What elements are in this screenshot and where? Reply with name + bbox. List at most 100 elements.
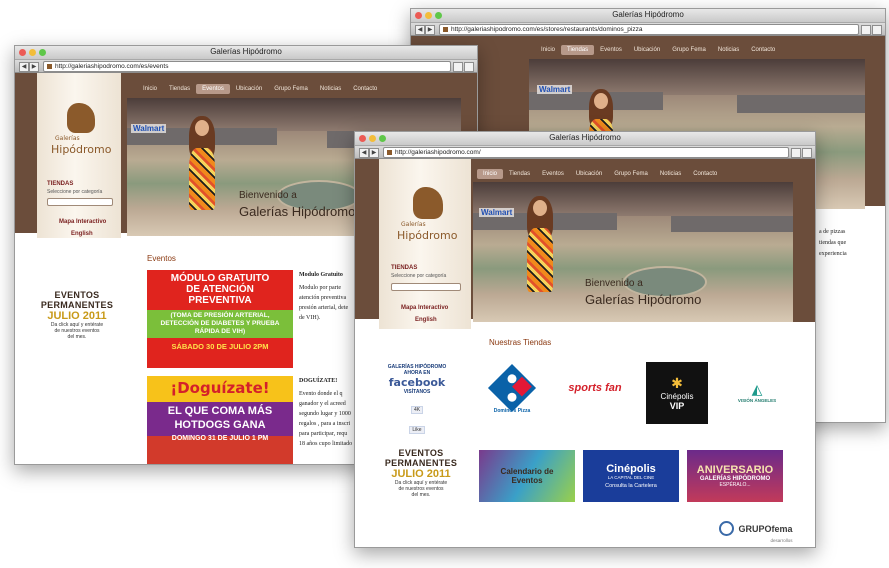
eye-logo-icon: ◭ <box>751 381 763 397</box>
reload-icon[interactable] <box>453 62 463 72</box>
text-line: para participar, requ <box>299 431 348 437</box>
back-arrow-icon[interactable]: ◀ <box>415 25 425 35</box>
forward-arrow-icon[interactable]: ▶ <box>369 148 379 158</box>
bookmark-icon[interactable] <box>802 148 812 158</box>
bookmark-icon[interactable] <box>872 25 882 35</box>
favicon-icon <box>443 27 448 32</box>
store-name: Cinépolis <box>660 392 694 401</box>
main-nav: Inicio Tiendas Eventos Ubicación Grupo F… <box>477 169 723 179</box>
store-vision-angeles[interactable]: ◭ VISIÓN ÁNGELES <box>727 372 787 412</box>
banner-line: HOTDOGS GANA <box>174 419 266 431</box>
logo-word-1: Galerías <box>55 135 80 142</box>
grupo-fema-logo[interactable]: GRUPOfema desarrollos <box>719 520 792 543</box>
store-dominos[interactable]: Domino's Pizza <box>487 360 537 416</box>
event-heading: DOGUÍZATE! <box>299 378 338 384</box>
promo-aniversario[interactable]: ANIVERSARIO GALERÍAS HIPÓDROMO ESPÉRALO.… <box>687 450 783 502</box>
store-cinepolis-vip[interactable]: ✱ Cinépolis VIP <box>646 362 708 424</box>
like-button[interactable]: Like <box>409 426 425 434</box>
eventos-line-2: PERMANENTES <box>40 300 114 310</box>
nav-contacto[interactable]: Contacto <box>687 169 723 179</box>
mapa-interactivo-link[interactable]: Mapa Interactivo <box>401 305 448 311</box>
browser-window-home: Galerías Hipódromo ◀ ▶ http://galeriashi… <box>354 131 816 548</box>
store-description: a de pizzas tiendas que experiencia <box>819 227 847 260</box>
eventos-line-3: JULIO 2011 <box>391 468 451 480</box>
nav-inicio[interactable]: Inicio <box>477 169 504 179</box>
text-line: experiencia <box>819 251 847 257</box>
nav-ubicacion[interactable]: Ubicación <box>230 84 268 94</box>
reload-icon[interactable] <box>861 25 871 35</box>
back-arrow-icon[interactable]: ◀ <box>359 148 369 158</box>
nav-noticias[interactable]: Noticias <box>314 84 347 94</box>
forward-arrow-icon[interactable]: ▶ <box>29 62 39 72</box>
eventos-line-3: JULIO 2011 <box>47 310 107 322</box>
english-link[interactable]: English <box>71 231 93 237</box>
text-line: 18 años cupo limitado <box>299 441 353 447</box>
bookmark-icon[interactable] <box>464 62 474 72</box>
mapa-interactivo-link[interactable]: Mapa Interactivo <box>59 219 106 225</box>
eventos-permanentes-banner[interactable]: EVENTOS PERMANENTES JULIO 2011 Da click … <box>383 448 459 498</box>
nav-tiendas[interactable]: Tiendas <box>163 84 196 94</box>
category-select[interactable] <box>47 198 113 206</box>
address-bar[interactable]: http://galeriashipodromo.com/ <box>383 147 789 158</box>
text-line: presión arterial, dete <box>299 305 349 311</box>
nav-tiendas[interactable]: Tiendas <box>503 169 536 179</box>
tiendas-label: TIENDAS <box>47 181 74 187</box>
nav-eventos[interactable]: Eventos <box>196 84 230 94</box>
nav-ubicacion[interactable]: Ubicación <box>628 45 666 55</box>
text-line: segundo lugar y 1000 <box>299 411 351 417</box>
fema-logo-text: GRUPOfema <box>738 523 793 534</box>
forward-arrow-icon[interactable]: ▶ <box>425 25 435 35</box>
nav-inicio[interactable]: Inicio <box>137 84 163 94</box>
nav-eventos[interactable]: Eventos <box>594 45 628 55</box>
logo-word-2: Hipódromo <box>397 229 458 242</box>
eventos-line-2: PERMANENTES <box>384 458 458 468</box>
store-name: sports fan <box>568 382 622 394</box>
nav-noticias[interactable]: Noticias <box>712 45 745 55</box>
english-link[interactable]: English <box>415 317 437 323</box>
nav-contacto[interactable]: Contacto <box>745 45 781 55</box>
category-select[interactable] <box>391 283 461 291</box>
nav-contacto[interactable]: Contacto <box>347 84 383 94</box>
promo-title: ANIVERSARIO <box>696 464 774 476</box>
promo-cinepolis[interactable]: Cinépolis LA CAPITAL DEL CINE Consulta l… <box>583 450 679 502</box>
facebook-widget[interactable]: GALERÍAS HIPÓDROMO AHORA EN facebook VIS… <box>385 364 449 436</box>
eventos-permanentes-banner[interactable]: EVENTOS PERMANENTES JULIO 2011 Da click … <box>39 290 115 340</box>
nav-ubicacion[interactable]: Ubicación <box>570 169 608 179</box>
address-bar[interactable]: http://galeriashipodromo.com/es/events <box>43 61 451 72</box>
nav-tiendas[interactable]: Tiendas <box>561 45 595 55</box>
text-line: ganador y el acreed <box>299 401 346 407</box>
banner-line: EL QUE COMA MÁS <box>167 405 273 417</box>
address-bar[interactable]: http://galeriashipodromo.com/es/stores/r… <box>439 24 859 35</box>
welcome-line-2: Galerías Hipódromo <box>239 204 356 219</box>
promo-sub2: ESPÉRALO... <box>719 482 751 488</box>
walmart-sign: Walmart <box>479 208 515 217</box>
event-banner-doguizate[interactable]: ¡Doguízate! EL QUE COMA MÁS HOTDOGS GANA… <box>147 376 293 464</box>
event-banner-modulo[interactable]: MÓDULO GRATUITO DE ATENCIÓN PREVENTIVA (… <box>147 270 293 368</box>
nav-noticias[interactable]: Noticias <box>654 169 687 179</box>
logo-word-1: Galerías <box>401 221 426 228</box>
fema-sub: desarrollos <box>770 538 793 543</box>
banner-date: SÁBADO 30 DE JULIO 2PM <box>171 342 269 351</box>
favicon-icon <box>47 64 52 69</box>
event-text-modulo: Modulo Gratuito Modulo por parte atenció… <box>299 270 357 323</box>
title-bar: Galerías Hipódromo <box>15 46 477 60</box>
promo-calendario[interactable]: Calendario de Eventos <box>479 450 575 502</box>
nav-inicio[interactable]: Inicio <box>535 45 561 55</box>
nav-grupo-fema[interactable]: Grupo Fema <box>268 84 314 94</box>
hero-image: Walmart Bienvenido a Galerías Hipódromo <box>473 182 793 322</box>
category-hint: Seleccione por categoría <box>391 273 447 279</box>
horse-logo-icon <box>67 103 95 133</box>
welcome-line-1: Bienvenido a <box>239 190 297 201</box>
browser-toolbar: ◀ ▶ http://galeriashipodromo.com/es/stor… <box>411 23 885 36</box>
nav-eventos[interactable]: Eventos <box>536 169 570 179</box>
eventos-line-6: del mes. <box>67 334 87 340</box>
nav-grupo-fema[interactable]: Grupo Fema <box>666 45 712 55</box>
sidebar: Galerías Hipódromo TIENDAS Seleccione po… <box>37 73 121 238</box>
url-text: http://galeriashipodromo.com/ <box>395 149 481 156</box>
nav-grupo-fema[interactable]: Grupo Fema <box>608 169 654 179</box>
promo-title: Cinépolis <box>606 463 656 475</box>
window-title: Galerías Hipódromo <box>549 133 621 142</box>
back-arrow-icon[interactable]: ◀ <box>19 62 29 72</box>
reload-icon[interactable] <box>791 148 801 158</box>
store-sports-fan[interactable]: sports fan <box>567 370 623 406</box>
